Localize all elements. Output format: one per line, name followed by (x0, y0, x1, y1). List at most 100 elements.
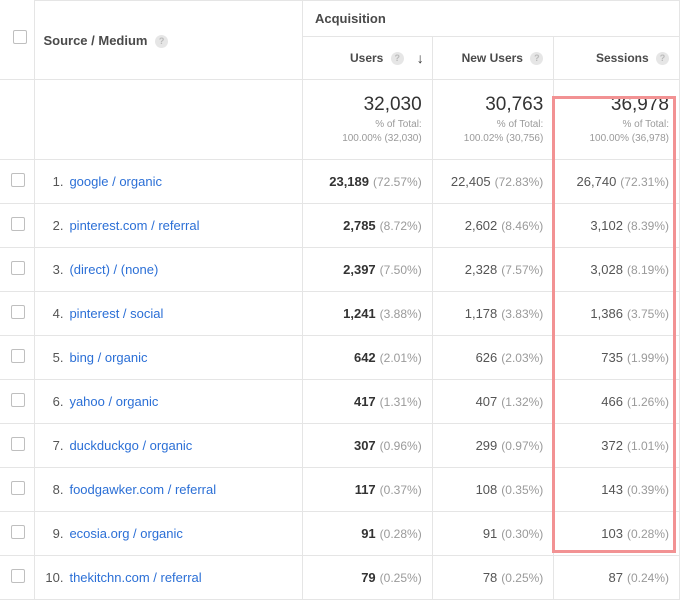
select-all-cell (1, 1, 35, 80)
sessions-pct: (0.39%) (627, 483, 669, 497)
source-medium-link[interactable]: google / organic (69, 174, 162, 189)
help-icon[interactable]: ? (656, 52, 669, 65)
totals-sessions-value: 36,978 (560, 94, 669, 116)
sessions-cell: 1,386(3.75%) (554, 292, 680, 336)
row-checkbox[interactable] (11, 217, 25, 231)
header-new-users[interactable]: New Users ? (432, 37, 554, 80)
sessions-value: 143 (601, 482, 623, 497)
help-icon[interactable]: ? (155, 35, 168, 48)
users-value: 307 (354, 438, 376, 453)
sessions-cell: 735(1.99%) (554, 336, 680, 380)
users-value: 1,241 (343, 306, 376, 321)
totals-sessions: 36,978 % of Total: 100.00% (36,978) (554, 80, 680, 160)
users-value: 2,785 (343, 218, 376, 233)
header-source-medium[interactable]: Source / Medium ? (35, 1, 303, 80)
users-cell: 2,397(7.50%) (302, 248, 432, 292)
header-acquisition-group: Acquisition (302, 1, 679, 37)
help-icon[interactable]: ? (530, 52, 543, 65)
row-checkbox[interactable] (11, 173, 25, 187)
sessions-cell: 3,102(8.39%) (554, 204, 680, 248)
totals-new-users-pct: 100.02% (30,756) (439, 132, 544, 146)
header-sessions[interactable]: Sessions ? (554, 37, 680, 80)
row-index: 1. (39, 174, 63, 189)
sessions-value: 372 (601, 438, 623, 453)
new-users-pct: (0.25%) (501, 571, 543, 585)
new-users-value: 407 (476, 394, 498, 409)
sessions-cell: 3,028(8.19%) (554, 248, 680, 292)
source-medium-link[interactable]: yahoo / organic (69, 394, 158, 409)
select-all-checkbox[interactable] (13, 30, 27, 44)
table-row: 3.(direct) / (none)2,397(7.50%)2,328(7.5… (1, 248, 680, 292)
source-medium-link[interactable]: (direct) / (none) (69, 262, 158, 277)
sessions-value: 735 (601, 350, 623, 365)
totals-new-users: 30,763 % of Total: 100.02% (30,756) (432, 80, 554, 160)
users-value: 91 (361, 526, 375, 541)
new-users-cell: 299(0.97%) (432, 424, 554, 468)
row-checkbox[interactable] (11, 261, 25, 275)
source-medium-link[interactable]: ecosia.org / organic (69, 526, 182, 541)
row-index: 4. (39, 306, 63, 321)
sessions-pct: (0.28%) (627, 527, 669, 541)
table-row: 2.pinterest.com / referral2,785(8.72%)2,… (1, 204, 680, 248)
users-pct: (2.01%) (380, 351, 422, 365)
header-users-label: Users (350, 51, 383, 65)
users-value: 417 (354, 394, 376, 409)
source-medium-link[interactable]: pinterest.com / referral (69, 218, 199, 233)
row-index: 5. (39, 350, 63, 365)
sessions-value: 466 (601, 394, 623, 409)
totals-sessions-pct-label: % of Total: (560, 118, 669, 132)
table-row: 6.yahoo / organic417(1.31%)407(1.32%)466… (1, 380, 680, 424)
users-value: 2,397 (343, 262, 376, 277)
table-row: 10.thekitchn.com / referral79(0.25%)78(0… (1, 556, 680, 600)
new-users-cell: 1,178(3.83%) (432, 292, 554, 336)
new-users-cell: 2,328(7.57%) (432, 248, 554, 292)
table-row: 4. pinterest / social 1,241 (3.88%) 1,178(3.… (1, 292, 680, 336)
sessions-value: 3,028 (590, 262, 623, 277)
sessions-pct: (0.24%) (627, 571, 669, 585)
row-checkbox[interactable] (11, 393, 25, 407)
row-checkbox[interactable] (11, 525, 25, 539)
users-cell: 417(1.31%) (302, 380, 432, 424)
new-users-value: 2,328 (465, 262, 498, 277)
source-medium-link[interactable]: foodgawker.com / referral (69, 482, 216, 497)
sessions-pct: (8.39%) (627, 219, 669, 233)
users-pct: (0.25%) (380, 571, 422, 585)
totals-row: 32,030 % of Total: 100.00% (32,030) 30,7… (1, 80, 680, 160)
sessions-cell: 372 (1.01%) (554, 424, 680, 468)
users-cell: 117(0.37%) (302, 468, 432, 512)
users-pct: (3.88%) (380, 307, 422, 321)
row-index: 9. (39, 526, 63, 541)
source-medium-link[interactable]: duckduckgo / organic (69, 438, 192, 453)
sessions-pct: (1.26%) (627, 395, 669, 409)
users-cell: 1,241 (3.88%) (302, 292, 432, 336)
row-checkbox[interactable] (11, 305, 25, 319)
sort-descending-icon: ↓ (417, 50, 424, 66)
sessions-value: 1,386 (590, 306, 623, 321)
sessions-pct: (1.01%) (627, 439, 669, 453)
new-users-value: 2,602 (465, 218, 498, 233)
row-checkbox[interactable] (11, 481, 25, 495)
users-pct: (0.96%) (380, 439, 422, 453)
row-checkbox[interactable] (11, 437, 25, 451)
new-users-pct: (0.35%) (501, 483, 543, 497)
table-row: 1.google / organic23,189(72.57%)22,405(7… (1, 160, 680, 204)
new-users-cell: 78(0.25%) (432, 556, 554, 600)
users-cell: 2,785(8.72%) (302, 204, 432, 248)
users-cell: 642(2.01%) (302, 336, 432, 380)
users-cell: 79(0.25%) (302, 556, 432, 600)
totals-users-value: 32,030 (309, 94, 422, 116)
table-row: 8.foodgawker.com / referral117(0.37%)108… (1, 468, 680, 512)
new-users-cell: 626(2.03%) (432, 336, 554, 380)
source-medium-link[interactable]: bing / organic (69, 350, 147, 365)
header-users[interactable]: Users ? ↓ (302, 37, 432, 80)
users-pct: (0.28%) (380, 527, 422, 541)
row-checkbox[interactable] (11, 349, 25, 363)
help-icon[interactable]: ? (391, 52, 404, 65)
source-medium-link[interactable]: thekitchn.com / referral (69, 570, 201, 585)
source-medium-link[interactable]: pinterest / social (69, 306, 163, 321)
totals-sessions-pct: 100.00% (36,978) (560, 132, 669, 146)
sessions-pct: (72.31%) (620, 175, 669, 189)
new-users-cell: 91(0.30%) (432, 512, 554, 556)
row-checkbox[interactable] (11, 569, 25, 583)
header-source-medium-label: Source / Medium (43, 33, 147, 48)
